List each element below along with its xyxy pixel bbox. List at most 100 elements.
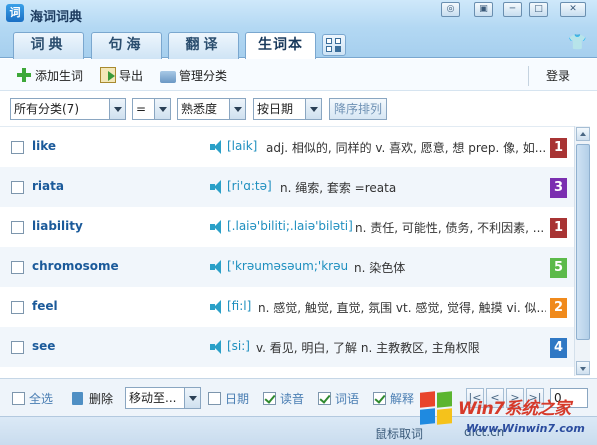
list-item[interactable]: chromosome ['krəuməsəum;'krəu n. 染色体 5: [0, 247, 574, 287]
tab-dictionary[interactable]: 词典: [13, 32, 84, 59]
speaker-icon[interactable]: [210, 220, 224, 234]
windows-logo-icon: [420, 391, 454, 426]
hover-lookup-toggle[interactable]: 鼠标取词: [375, 425, 423, 442]
plus-icon: [16, 67, 32, 83]
skin-toggle-button[interactable]: ▣: [474, 2, 493, 17]
watermark-brand: Win7系统之家: [458, 399, 571, 419]
sort-by-value: 按日期: [257, 102, 294, 116]
manage-categories-button[interactable]: 管理分类: [160, 67, 227, 85]
meaning-text: v. 看见, 明白, 了解 n. 主教教区, 主角权限: [256, 341, 480, 355]
phonetic-text: [.laiə'biliti;.laiə'biləti]: [227, 219, 353, 233]
familiarity-value: 熟悉度: [181, 102, 218, 116]
speaker-icon[interactable]: [210, 300, 224, 314]
login-button[interactable]: 登录: [546, 67, 570, 84]
familiarity-badge[interactable]: 1: [550, 138, 567, 158]
row-checkbox[interactable]: [11, 141, 24, 154]
tab-translate[interactable]: 翻译: [168, 32, 239, 59]
list-item[interactable]: liability [.laiə'biliti;.laiə'biləti] n.…: [0, 207, 574, 247]
phonetic-text: ['krəuməsəum;'krəu: [227, 259, 349, 273]
add-tab-icon[interactable]: [322, 34, 346, 56]
row-checkbox[interactable]: [11, 181, 24, 194]
show-entry-checkbox[interactable]: 词语: [318, 391, 359, 407]
select-all-label: 全选: [29, 392, 54, 406]
delete-button[interactable]: 删除: [72, 391, 113, 407]
show-date-checkbox[interactable]: 日期: [208, 391, 249, 407]
operator-value: =: [136, 102, 147, 116]
word-text[interactable]: riata: [32, 179, 64, 193]
add-word-button[interactable]: 添加生词: [16, 67, 83, 85]
scroll-thumb[interactable]: [576, 144, 590, 340]
toolbar: 添加生词 导出 管理分类: [0, 59, 597, 91]
word-text[interactable]: chromosome: [32, 259, 119, 273]
entry-label: 词语: [335, 392, 360, 406]
folder-icon: [160, 71, 176, 83]
maximize-button[interactable]: □: [529, 2, 548, 17]
phonetic-text: [si:]: [227, 339, 250, 353]
speaker-icon[interactable]: [210, 340, 224, 354]
trash-icon: [72, 392, 83, 405]
title-bar: 词 海词词典 ◎ ▣ ─ □ ✕: [0, 0, 597, 28]
shirt-icon[interactable]: 👕: [568, 34, 587, 50]
operator-select[interactable]: =: [132, 98, 171, 120]
show-pronunciation-checkbox[interactable]: 读音: [263, 391, 304, 407]
speaker-icon[interactable]: [210, 180, 224, 194]
meaning-text: n. 责任, 可能性, 债务, 不利因素, ...: [355, 221, 545, 235]
meaning-text: n. 染色体: [354, 261, 406, 275]
word-text[interactable]: feel: [32, 299, 58, 313]
select-all-checkbox[interactable]: 全选: [12, 391, 53, 407]
familiarity-badge[interactable]: 1: [550, 218, 567, 238]
chevron-down-icon: [305, 99, 321, 119]
date-label: 日期: [225, 392, 250, 406]
sort-order-button[interactable]: 降序排列: [329, 98, 387, 120]
export-button[interactable]: 导出: [100, 67, 143, 85]
tab-vocabulary[interactable]: 生词本: [245, 32, 316, 60]
manage-categories-label: 管理分类: [179, 69, 228, 83]
list-item[interactable]: see [si:] v. 看见, 明白, 了解 n. 主教教区, 主角权限 4: [0, 327, 574, 367]
familiarity-badge[interactable]: 2: [550, 298, 567, 318]
list-item[interactable]: feel [fi:l] n. 感觉, 触觉, 直觉, 氛围 vt. 感觉, 觉得…: [0, 287, 574, 327]
export-icon: [100, 67, 116, 83]
chevron-down-icon: [109, 99, 125, 119]
scroll-up-icon[interactable]: [576, 127, 590, 141]
speaker-icon[interactable]: [210, 140, 224, 154]
scroll-down-icon[interactable]: [576, 361, 590, 375]
row-checkbox[interactable]: [11, 341, 24, 354]
watermark-url: Www.Winwin7.com: [466, 422, 585, 435]
word-text[interactable]: like: [32, 139, 56, 153]
close-button[interactable]: ✕: [560, 2, 586, 17]
familiarity-select[interactable]: 熟悉度: [177, 98, 246, 120]
row-checkbox[interactable]: [11, 221, 24, 234]
category-value: 所有分类(7): [14, 102, 79, 116]
minimize-button[interactable]: ─: [503, 2, 522, 17]
familiarity-badge[interactable]: 3: [550, 178, 567, 198]
tab-bar: 词典 句海 翻译 生词本 👕: [0, 28, 597, 60]
familiarity-badge[interactable]: 5: [550, 258, 567, 278]
filter-bar: 所有分类(7) = 熟悉度 按日期 降序排列: [0, 92, 597, 126]
chevron-down-icon: [154, 99, 170, 119]
show-explanation-checkbox[interactable]: 解释: [373, 391, 414, 407]
delete-label: 删除: [89, 392, 114, 406]
list-scrollbar[interactable]: [574, 126, 590, 376]
meaning-text: adj. 相似的, 同样的 v. 喜欢, 愿意, 想 prep. 像, 如...: [266, 141, 546, 155]
chevron-down-icon: [184, 388, 200, 408]
app-title: 海词词典: [30, 10, 83, 25]
tab-sentences[interactable]: 句海: [91, 32, 162, 59]
word-text[interactable]: see: [32, 339, 55, 353]
list-item[interactable]: like [laik] adj. 相似的, 同样的 v. 喜欢, 愿意, 想 p…: [0, 127, 574, 167]
list-item[interactable]: riata [ri'ɑ:tə] n. 绳索, 套索 =reata 3: [0, 167, 574, 207]
app-logo-icon: 词: [6, 4, 24, 22]
move-to-value: 移动至...: [129, 391, 177, 405]
meaning-text: n. 感觉, 触觉, 直觉, 氛围 vt. 感觉, 觉得, 触摸 vi. 似..…: [258, 301, 546, 315]
row-checkbox[interactable]: [11, 261, 24, 274]
move-to-select[interactable]: 移动至...: [125, 387, 201, 409]
familiarity-badge[interactable]: 4: [550, 338, 567, 358]
feedback-icon[interactable]: ◎: [441, 2, 460, 17]
explanation-label: 解释: [390, 392, 415, 406]
phonetic-text: [laik]: [227, 139, 258, 153]
word-text[interactable]: liability: [32, 219, 83, 233]
speaker-icon[interactable]: [210, 260, 224, 274]
row-checkbox[interactable]: [11, 301, 24, 314]
sort-by-select[interactable]: 按日期: [253, 98, 322, 120]
export-label: 导出: [119, 69, 144, 83]
category-select[interactable]: 所有分类(7): [10, 98, 126, 120]
